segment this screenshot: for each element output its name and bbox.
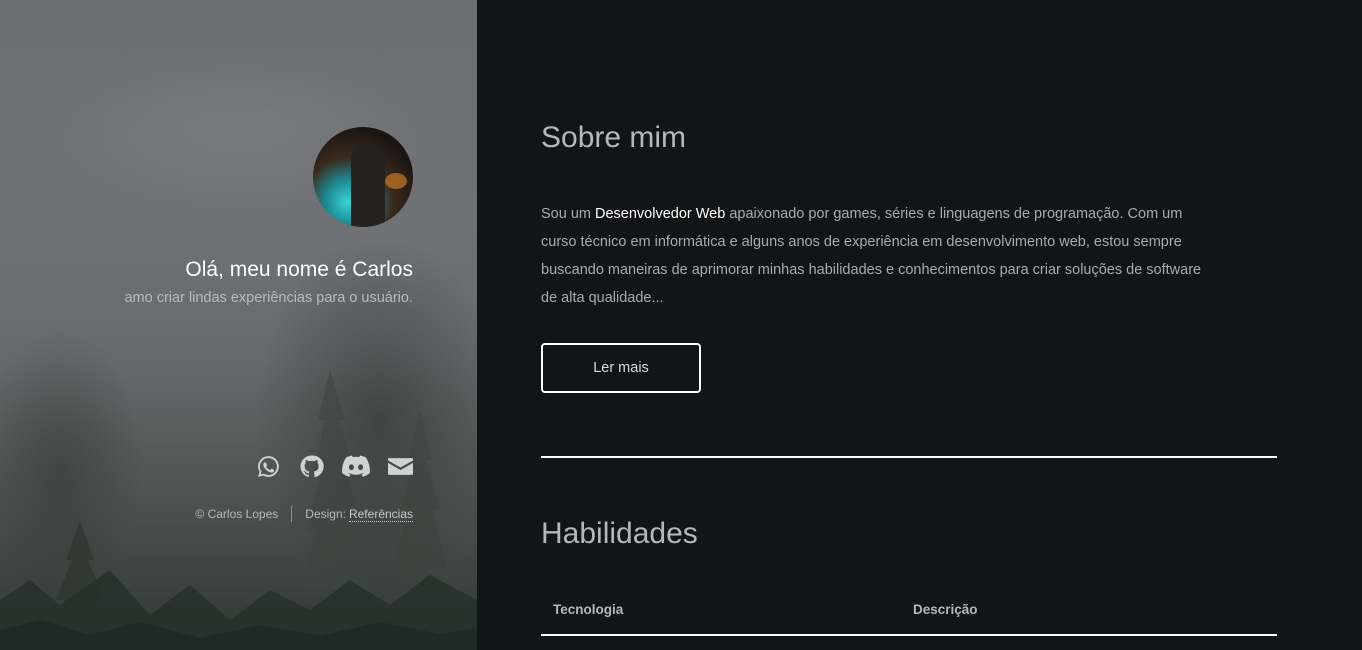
profile-name: Olá, meu nome é Carlos (185, 258, 413, 281)
about-text-intro: Sou um (541, 206, 595, 222)
profile-card: Olá, meu nome é Carlos amo criar lindas … (124, 127, 413, 306)
about-text: Sou um Desenvolvedor Web apaixonado por … (541, 200, 1221, 312)
about-highlight: Desenvolvedor Web (595, 206, 726, 222)
read-more-button[interactable]: Ler mais (541, 343, 701, 393)
avatar-light (385, 173, 407, 189)
about-title: Sobre mim (541, 121, 687, 154)
profile-sidebar: Olá, meu nome é Carlos amo criar lindas … (0, 0, 477, 650)
profile-tagline: amo criar lindas experiências para o usu… (124, 290, 413, 306)
github-icon[interactable] (299, 454, 324, 479)
copyright-text: © Carlos Lopes (195, 507, 279, 521)
section-divider (541, 456, 1277, 458)
avatar-person (351, 143, 385, 227)
references-link[interactable]: Referências (348, 507, 413, 522)
skills-table-header: Tecnologia Descrição (541, 600, 1277, 636)
column-technology: Tecnologia (553, 602, 624, 617)
discord-icon[interactable] (342, 454, 370, 479)
footer-divider (291, 506, 293, 522)
column-description: Descrição (913, 602, 978, 617)
avatar (313, 127, 413, 227)
sidebar-footer: © Carlos Lopes Design: Referências (195, 506, 413, 522)
skills-title: Habilidades (541, 517, 698, 550)
main-content: Sobre mim Sou um Desenvolvedor Web apaix… (477, 0, 1362, 650)
social-links (256, 454, 413, 479)
design-label: Design: (305, 507, 346, 521)
email-icon[interactable] (388, 454, 413, 479)
forest-background (0, 370, 477, 650)
whatsapp-icon[interactable] (256, 454, 281, 479)
